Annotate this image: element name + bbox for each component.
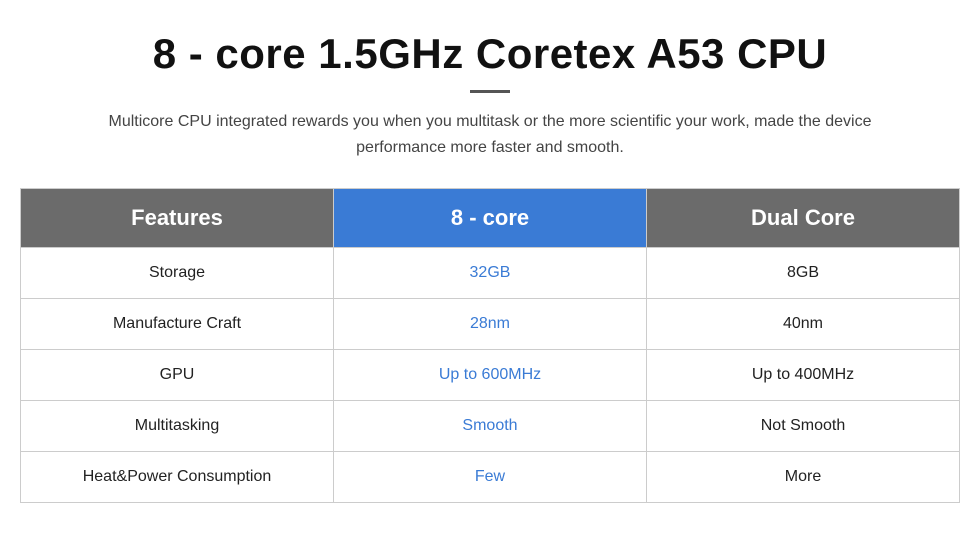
title-divider <box>470 90 510 93</box>
cell-feature: Storage <box>21 248 334 299</box>
col-header-dual: Dual Core <box>647 189 960 248</box>
cell-8core-value: 32GB <box>334 248 647 299</box>
cell-feature: Heat&Power Consumption <box>21 452 334 503</box>
table-row: Heat&Power ConsumptionFewMore <box>21 452 960 503</box>
cell-dual-value: 8GB <box>647 248 960 299</box>
col-header-features: Features <box>21 189 334 248</box>
cell-dual-value: 40nm <box>647 299 960 350</box>
cell-feature: Multitasking <box>21 401 334 452</box>
cell-8core-value: 28nm <box>334 299 647 350</box>
cell-dual-value: Up to 400MHz <box>647 350 960 401</box>
page-title: 8 - core 1.5GHz Coretex A53 CPU <box>153 30 828 78</box>
cell-feature: GPU <box>21 350 334 401</box>
cell-8core-value: Few <box>334 452 647 503</box>
table-row: Manufacture Craft28nm40nm <box>21 299 960 350</box>
cell-dual-value: More <box>647 452 960 503</box>
comparison-table: Features 8 - core Dual Core Storage32GB8… <box>20 188 960 503</box>
page-subtitle: Multicore CPU integrated rewards you whe… <box>90 109 890 160</box>
cell-8core-value: Up to 600MHz <box>334 350 647 401</box>
table-row: Storage32GB8GB <box>21 248 960 299</box>
col-header-8core: 8 - core <box>334 189 647 248</box>
table-row: MultitaskingSmoothNot Smooth <box>21 401 960 452</box>
cell-8core-value: Smooth <box>334 401 647 452</box>
table-row: GPUUp to 600MHzUp to 400MHz <box>21 350 960 401</box>
cell-dual-value: Not Smooth <box>647 401 960 452</box>
cell-feature: Manufacture Craft <box>21 299 334 350</box>
